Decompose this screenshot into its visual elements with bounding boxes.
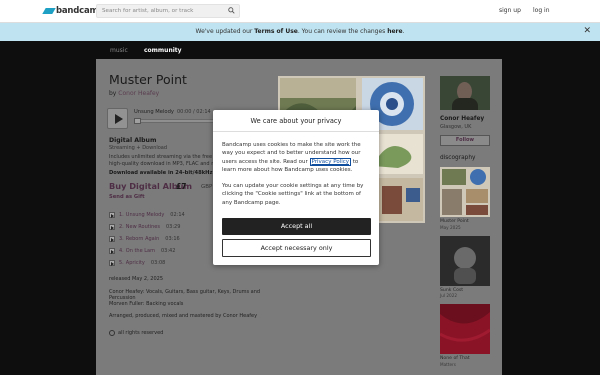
track-length: 03:42 <box>161 248 176 254</box>
track-row: 4. On the Lam 03:42 <box>109 245 185 257</box>
tab-music[interactable]: music <box>110 47 128 54</box>
track-number: 2. <box>119 224 124 230</box>
byline: by Conor Heafey <box>109 90 159 97</box>
track-list: 1. Unsung Melody 02:14 2. New Routines 0… <box>109 209 185 269</box>
here-link[interactable]: here <box>387 28 402 35</box>
track-time: 00:00 / 02:14 <box>177 109 211 115</box>
avatar[interactable] <box>440 76 490 110</box>
logo-mark-icon <box>42 8 56 14</box>
send-as-gift-link[interactable]: Send as Gift <box>109 194 145 200</box>
top-bar: bandcamp sign up log in <box>0 0 600 23</box>
tab-community[interactable]: community <box>144 47 182 54</box>
artist-link[interactable]: Conor Heafey <box>118 90 159 97</box>
progress-handle[interactable] <box>134 118 141 124</box>
track-length: 03:16 <box>165 236 180 242</box>
cookie-consent-dialog: We care about your privacy Bandcamp uses… <box>213 110 379 265</box>
track-length: 03:08 <box>150 260 166 266</box>
track-number: 4. <box>119 248 124 254</box>
accept-all-button[interactable]: Accept all <box>222 218 371 235</box>
discography-heading: discography <box>440 155 476 161</box>
discography-thumbnail[interactable] <box>440 235 490 286</box>
track-length: 02:14 <box>170 212 185 218</box>
track-title[interactable]: On the Lam <box>126 248 155 254</box>
by-prefix: by <box>109 90 119 97</box>
track-row: 2. New Routines 03:29 <box>109 221 185 233</box>
banner-prefix: We've updated our <box>195 28 255 35</box>
track-row: 3. Reborn Again 03:16 <box>109 233 185 245</box>
track-title[interactable]: Unsung Melody <box>126 212 165 218</box>
artist-sidebar: Conor Heafey Glasgow, UK Follow discogra… <box>440 76 492 367</box>
description-line: Includes unlimited streaming via the fre… <box>109 154 213 160</box>
banner-middle: . You can review the changes <box>297 28 388 35</box>
artist-name[interactable]: Conor Heafey <box>440 116 492 122</box>
cookie-dialog-title: We care about your privacy <box>213 110 379 132</box>
track-title[interactable]: New Routines <box>126 224 160 230</box>
rights-text: all rights reserved <box>118 330 164 336</box>
cookie-settings-note: You can update your cookie settings at a… <box>222 183 364 206</box>
track-number: 5. <box>119 260 124 266</box>
none-of-that-thumb-icon <box>440 304 490 355</box>
download-availability: Download available in 24-bit/48kHz. <box>109 170 215 176</box>
price-currency: GBP <box>201 184 213 190</box>
track-number: 1. <box>119 212 124 218</box>
terms-link[interactable]: Terms of Use <box>254 28 298 35</box>
privacy-policy-link[interactable]: Privacy Policy <box>309 157 352 166</box>
search-input[interactable] <box>97 5 225 17</box>
price: £7 <box>176 182 187 191</box>
track-play-icon[interactable] <box>109 260 115 266</box>
discography-date: Jul 2022 <box>440 293 458 299</box>
discography-date: Matters <box>440 361 456 367</box>
discography-item[interactable]: Muster Point May 2025 <box>440 167 492 230</box>
cookie-dialog-text: Bandcamp uses cookies to make the site w… <box>222 141 372 175</box>
artist-location: Glasgow, UK <box>440 124 472 130</box>
search-icon[interactable] <box>228 7 235 14</box>
track-play-icon[interactable] <box>109 248 115 254</box>
arranged-credit: Arranged, produced, mixed and mastered b… <box>109 313 258 319</box>
track-number: 3. <box>119 236 124 242</box>
track-row: 1. Unsung Melody 02:14 <box>109 209 185 221</box>
credit-line: Morven Fuller: Backing vocals <box>109 301 184 308</box>
track-play-icon[interactable] <box>109 212 115 218</box>
discography-item[interactable]: None of That Matters <box>440 304 492 367</box>
rights-line: all rights reserved <box>109 330 163 336</box>
audio-player: Unsung Melody 00:00 / 02:14 <box>107 106 217 130</box>
current-track-name: Unsung Melody <box>134 109 174 115</box>
banner-suffix: . <box>402 28 405 35</box>
track-play-icon[interactable] <box>109 224 115 230</box>
release-date: released May 2, 2025 <box>109 276 164 282</box>
discography-date: May 2025 <box>440 224 461 230</box>
close-icon[interactable]: ✕ <box>583 27 591 36</box>
digital-album-title: Digital Album <box>109 137 157 144</box>
album-title: Muster Point <box>109 72 187 87</box>
discography-item[interactable]: Sunk Cost Jul 2022 <box>440 235 492 299</box>
track-play-icon[interactable] <box>109 236 115 242</box>
follow-button[interactable]: Follow <box>440 135 490 146</box>
avatar-body <box>452 98 478 110</box>
copyright-icon <box>109 330 115 336</box>
muster-point-thumb-icon <box>440 167 490 217</box>
accept-necessary-button[interactable]: Accept necessary only <box>222 239 371 257</box>
track-row: 5. Apricity 03:08 <box>109 257 185 269</box>
log-in-link[interactable]: log in <box>533 7 550 14</box>
discography-thumbnail[interactable] <box>440 304 490 355</box>
discography-thumbnail[interactable] <box>440 167 490 217</box>
digital-album-subtitle: Streaming + Download <box>109 145 168 151</box>
credits: Conor Heafey: Vocals, Guitars, Bass guit… <box>109 289 279 308</box>
digital-album-description: Includes unlimited streaming via the fre… <box>109 154 219 169</box>
sign-up-link[interactable]: sign up <box>499 7 521 14</box>
sunk-cost-thumb-icon <box>440 235 490 286</box>
search-box <box>96 4 240 18</box>
play-button[interactable] <box>107 108 128 129</box>
track-title[interactable]: Apricity <box>126 260 145 266</box>
track-title[interactable]: Reborn Again <box>126 236 160 242</box>
progress-bar[interactable] <box>134 119 214 123</box>
terms-banner: We've updated our Terms of Use. You can … <box>0 23 600 41</box>
description-line: high-quality download in MP3, FLAC and m <box>109 161 217 168</box>
track-length: 03:29 <box>165 224 181 230</box>
